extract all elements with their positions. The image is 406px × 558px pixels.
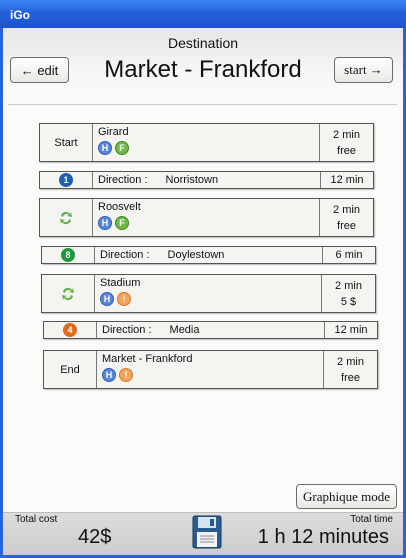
app-window: iGo Destination Market - Frankford ← edi…	[0, 0, 406, 558]
stop-duration: 2 min free	[324, 351, 377, 388]
stop-cost: free	[337, 144, 356, 157]
direction-destination: Doylestown	[167, 249, 225, 261]
facility-badge: F	[115, 141, 129, 155]
stop-info: Stadium H !	[95, 275, 322, 312]
header-divider	[8, 104, 397, 105]
stop-name: Girard	[98, 126, 129, 138]
transfer-icon	[62, 287, 74, 300]
destination-header: Destination Market - Frankford ← edit st…	[3, 28, 403, 104]
stop-name: Stadium	[100, 277, 141, 289]
graphique-mode-button[interactable]: Graphique mode	[296, 484, 397, 509]
accessible-badge: H	[98, 141, 112, 155]
summary-footer: Total cost 42$ Total time 1 h 12 minutes	[3, 512, 403, 555]
stop-info: Girard H F	[93, 124, 320, 161]
facility-badge: F	[115, 216, 129, 230]
direction-time: 12 min	[324, 322, 377, 338]
stop-duration: 2 min 5 $	[322, 275, 375, 312]
accessible-badge: H	[98, 216, 112, 230]
line-4-icon: 4	[63, 323, 77, 337]
warning-badge: !	[119, 368, 133, 382]
direction-label: Direction :	[100, 249, 150, 261]
edit-button[interactable]: ← edit	[10, 57, 69, 83]
direction-time: 12 min	[320, 172, 373, 188]
direction-time: 6 min	[322, 247, 375, 263]
total-time-value: 1 h 12 minutes	[257, 526, 389, 548]
stop-cost: 5 $	[340, 295, 357, 308]
stop-row-market-frankford[interactable]: End Market - Frankford H ! 2 min free	[43, 350, 378, 389]
direction-row-media[interactable]: 4 Direction : Media 12 min	[43, 321, 378, 339]
direction-label: Direction :	[98, 174, 148, 186]
stop-time: 2 min	[337, 355, 364, 368]
stop-row-roosvelt[interactable]: Roosvelt H F 2 min free	[39, 198, 374, 237]
total-time-label: Total time	[350, 514, 393, 525]
direction-row-norristown[interactable]: 1 Direction : Norristown 12 min	[39, 171, 374, 189]
accessible-badge: H	[100, 292, 114, 306]
stop-info: Market - Frankford H !	[97, 351, 324, 388]
direction-label: Direction :	[102, 324, 152, 336]
transfer-icon	[60, 211, 72, 224]
stop-name: Roosvelt	[98, 201, 141, 213]
direction-destination: Norristown	[165, 174, 219, 186]
stop-info: Roosvelt H F	[93, 199, 320, 236]
line-1-icon: 1	[59, 173, 73, 187]
window-title: iGo	[10, 8, 30, 22]
stop-type: Start	[40, 124, 93, 161]
total-cost-value: 42$	[78, 526, 112, 548]
direction-row-doylestown[interactable]: 8 Direction : Doylestown 6 min	[41, 246, 376, 264]
floppy-disk-icon[interactable]	[192, 515, 222, 549]
warning-badge: !	[117, 292, 131, 306]
stop-row-stadium[interactable]: Stadium H ! 2 min 5 $	[41, 274, 376, 313]
direction-destination: Media	[169, 324, 200, 336]
accessible-badge: H	[102, 368, 116, 382]
total-cost-label: Total cost	[15, 514, 58, 525]
stop-name: Market - Frankford	[102, 353, 193, 365]
destination-label: Destination	[167, 35, 239, 51]
stop-time: 2 min	[335, 279, 362, 292]
stop-row-girard[interactable]: Start Girard H F 2 min free	[39, 123, 374, 162]
title-bar[interactable]: iGo	[0, 0, 406, 28]
app-content: Destination Market - Frankford ← edit st…	[3, 28, 403, 555]
stop-type: End	[44, 351, 97, 388]
stop-time: 2 min	[333, 128, 360, 141]
stop-cost: free	[337, 219, 356, 232]
line-8-icon: 8	[61, 248, 75, 262]
stop-duration: 2 min free	[320, 124, 373, 161]
stop-cost: free	[341, 371, 360, 384]
stop-duration: 2 min free	[320, 199, 373, 236]
start-button[interactable]: start →	[334, 57, 393, 83]
stop-time: 2 min	[333, 203, 360, 216]
